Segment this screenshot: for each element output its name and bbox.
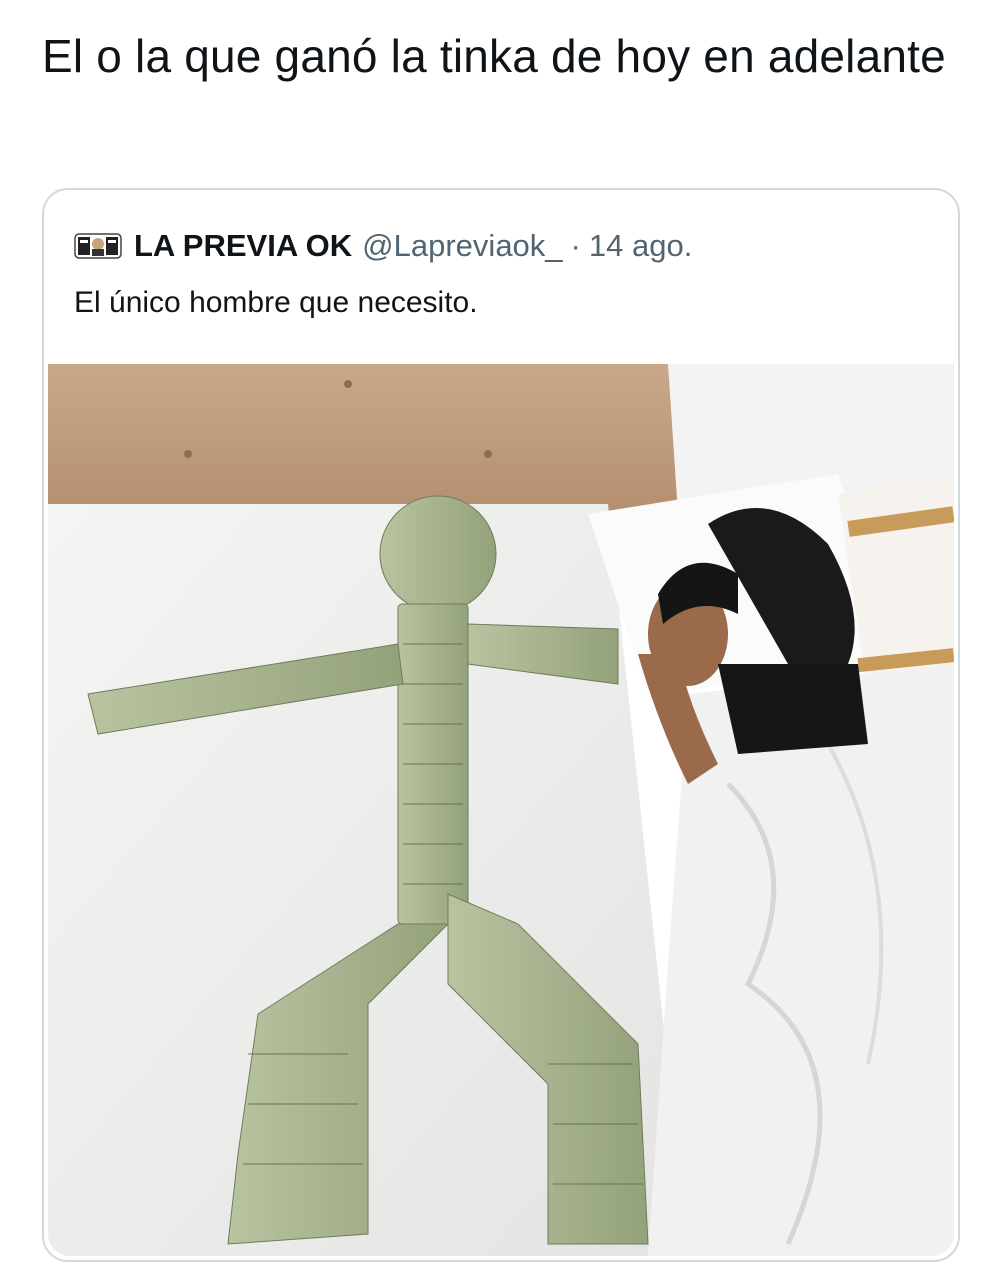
quoted-tweet-card[interactable]: LA PREVIA OK @Lapreviaok_ · 14 ago. El ú… [42,188,960,1262]
separator-dot: · [570,228,581,263]
logo-avatar-icon[interactable] [74,228,122,264]
quoted-date[interactable]: 14 ago. [589,228,692,264]
quoted-handle[interactable]: @Lapreviaok_ [362,228,562,264]
photo-media[interactable] [48,364,954,1256]
quoted-display-name[interactable]: LA PREVIA OK [134,228,352,264]
quoted-tweet-header: LA PREVIA OK @Lapreviaok_ · 14 ago. [74,228,692,264]
tweet-text: El o la que ganó la tinka de hoy en adel… [42,30,946,82]
quoted-tweet-text: El único hombre que necesito. [74,286,478,319]
